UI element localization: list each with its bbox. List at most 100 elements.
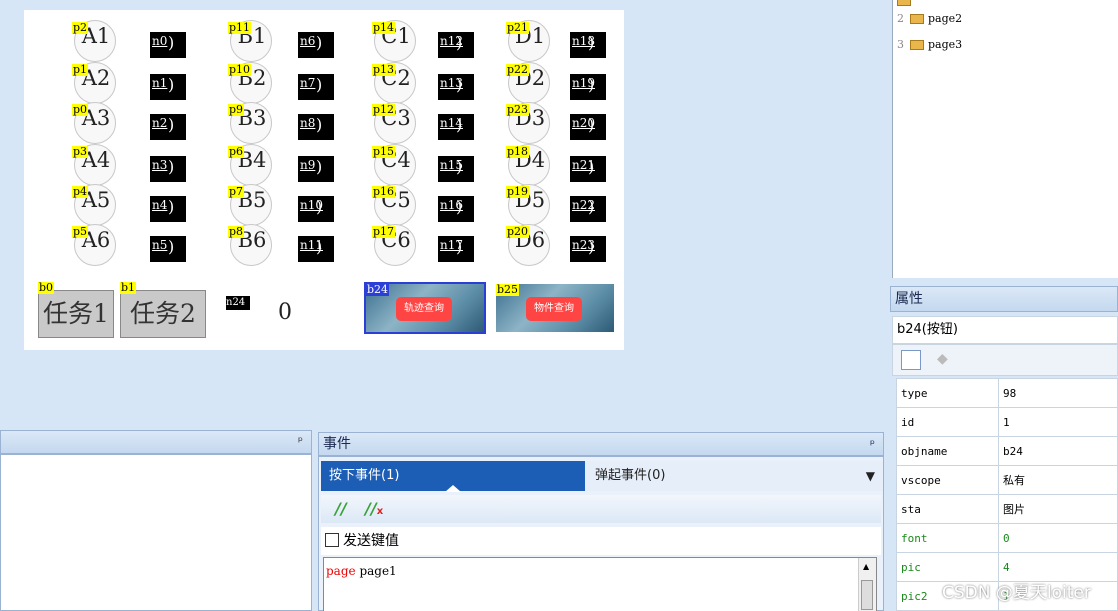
send-key-checkbox[interactable]	[325, 533, 339, 547]
object-tag: p11	[228, 21, 252, 34]
number-n10[interactable]: n10)	[298, 196, 334, 222]
number-tag: n2	[152, 116, 168, 130]
events-header: 事件 ᵖ	[318, 432, 884, 456]
prop-key: type	[896, 378, 999, 408]
object-tag: p20	[506, 225, 530, 238]
number-glyph: )	[456, 237, 463, 256]
prop-value[interactable]: 0	[998, 523, 1118, 553]
prop-row-type[interactable]: type 98	[896, 378, 1118, 408]
number-n3[interactable]: n3)	[150, 156, 186, 182]
number-tag: n7	[300, 76, 316, 90]
prop-row-id[interactable]: id 1	[896, 407, 1118, 437]
prop-value[interactable]: b24	[998, 436, 1118, 466]
number-glyph: )	[456, 33, 463, 52]
code-scrollbar[interactable]: ▲	[858, 558, 876, 611]
number-n12[interactable]: n12)	[438, 32, 474, 58]
number-glyph: )	[316, 197, 323, 216]
prop-row-objname[interactable]: objname b24	[896, 436, 1118, 466]
number-n19[interactable]: n19)	[570, 74, 606, 100]
number-n11[interactable]: n11)	[298, 236, 334, 262]
code-editor[interactable]: page page1 ▲	[323, 557, 877, 611]
number-n9[interactable]: n9)	[298, 156, 334, 182]
prop-row-font[interactable]: font 0	[896, 523, 1118, 553]
object-tag: p18	[506, 145, 530, 158]
number-n16[interactable]: n16)	[438, 196, 474, 222]
object-tag: b24	[366, 283, 390, 296]
number-n22[interactable]: n22)	[570, 196, 606, 222]
remove-code-icon[interactable]: //x	[365, 499, 383, 518]
number-n7[interactable]: n7)	[298, 74, 334, 100]
prop-value[interactable]: 98	[998, 378, 1118, 408]
prop-row-vscope[interactable]: vscope 私有	[896, 465, 1118, 495]
props-header: 属性	[890, 286, 1118, 312]
number-n13[interactable]: n13)	[438, 74, 474, 100]
prop-row-sta[interactable]: sta 图片	[896, 494, 1118, 524]
prop-value[interactable]: 图片	[998, 494, 1118, 524]
number-n6[interactable]: n6)	[298, 32, 334, 58]
number-n0[interactable]: n0)	[150, 32, 186, 58]
props-toolbar: ◆	[892, 344, 1118, 376]
number-n17[interactable]: n17)	[438, 236, 474, 262]
scrollbar-thumb[interactable]	[861, 580, 873, 610]
design-canvas[interactable]: A1 p2 n0) A2 p1 n1) A3 p0 n2) A4 p3 n3) A5 p4 n4) A6 p5 n…	[24, 10, 624, 350]
number-glyph: )	[588, 33, 595, 52]
number-glyph: )	[456, 115, 463, 134]
page-tree-panel: 2 page2 3 page3	[892, 0, 1118, 278]
prop-key: sta	[896, 494, 999, 524]
prop-key: font	[896, 523, 999, 553]
prop-key: objname	[896, 436, 999, 466]
number-n4[interactable]: n4)	[150, 196, 186, 222]
object-tag: p1	[72, 63, 89, 76]
task-button-b0[interactable]: 任务1	[38, 290, 114, 338]
number-glyph: )	[316, 33, 323, 52]
number-n8[interactable]: n8)	[298, 114, 334, 140]
number-n23[interactable]: n23)	[570, 236, 606, 262]
left-panel-header: ᵖ	[0, 430, 312, 454]
number-n2[interactable]: n2)	[150, 114, 186, 140]
number-glyph: )	[456, 75, 463, 94]
task-button-b1[interactable]: 任务2	[120, 290, 206, 338]
tree-row-page2[interactable]: 2 page2	[897, 12, 962, 25]
object-tag: p3	[72, 145, 89, 158]
number-glyph: )	[316, 237, 323, 256]
number-tag: n8	[300, 116, 316, 130]
page-icon	[910, 40, 924, 50]
number-n14[interactable]: n14)	[438, 114, 474, 140]
number-glyph: )	[588, 157, 595, 176]
number-n1[interactable]: n1)	[150, 74, 186, 100]
tab-release-event[interactable]: 弹起事件(0) ▼	[585, 461, 883, 491]
props-table: type 98 id 1 objname b24 vscope 私有 sta 图片 font 0 pic…	[896, 378, 1118, 611]
add-code-icon[interactable]: //	[335, 499, 347, 518]
pin-icon[interactable]: ᵖ	[298, 434, 303, 448]
dropdown-icon[interactable]: ▼	[866, 461, 875, 491]
object-tag: p19	[506, 185, 530, 198]
categorized-icon[interactable]	[901, 350, 921, 370]
object-tag: b0	[38, 281, 55, 294]
tree-row-page3[interactable]: 3 page3	[897, 38, 962, 51]
pin-icon[interactable]: ᵖ	[870, 433, 875, 455]
number-n5[interactable]: n5)	[150, 236, 186, 262]
prop-key: id	[896, 407, 999, 437]
number-tag: n1	[152, 76, 168, 90]
object-tag: p2	[72, 21, 89, 34]
number-n15[interactable]: n15)	[438, 156, 474, 182]
events-body: 按下事件(1) 弹起事件(0) ▼ // //x 发送键值 page page1…	[318, 456, 884, 611]
object-tag: p21	[506, 21, 530, 34]
number-glyph: )	[456, 157, 463, 176]
object-tag: p4	[72, 185, 89, 198]
number-tag: n3	[152, 158, 168, 172]
number-glyph: )	[588, 237, 595, 256]
object-tag: p5	[72, 225, 89, 238]
number-glyph: )	[168, 33, 175, 52]
object-tag: p6	[228, 145, 245, 158]
number-n24[interactable]: n24	[226, 296, 250, 310]
prop-value[interactable]: 1	[998, 407, 1118, 437]
number-n20[interactable]: n20)	[570, 114, 606, 140]
number-n18[interactable]: n18)	[570, 32, 606, 58]
object-tag: p15	[372, 145, 396, 158]
number-n21[interactable]: n21)	[570, 156, 606, 182]
object-tag: p0	[72, 103, 89, 116]
prop-value[interactable]: 私有	[998, 465, 1118, 495]
events-toolbar: // //x	[321, 495, 881, 523]
sort-icon[interactable]: ◆	[937, 351, 948, 367]
